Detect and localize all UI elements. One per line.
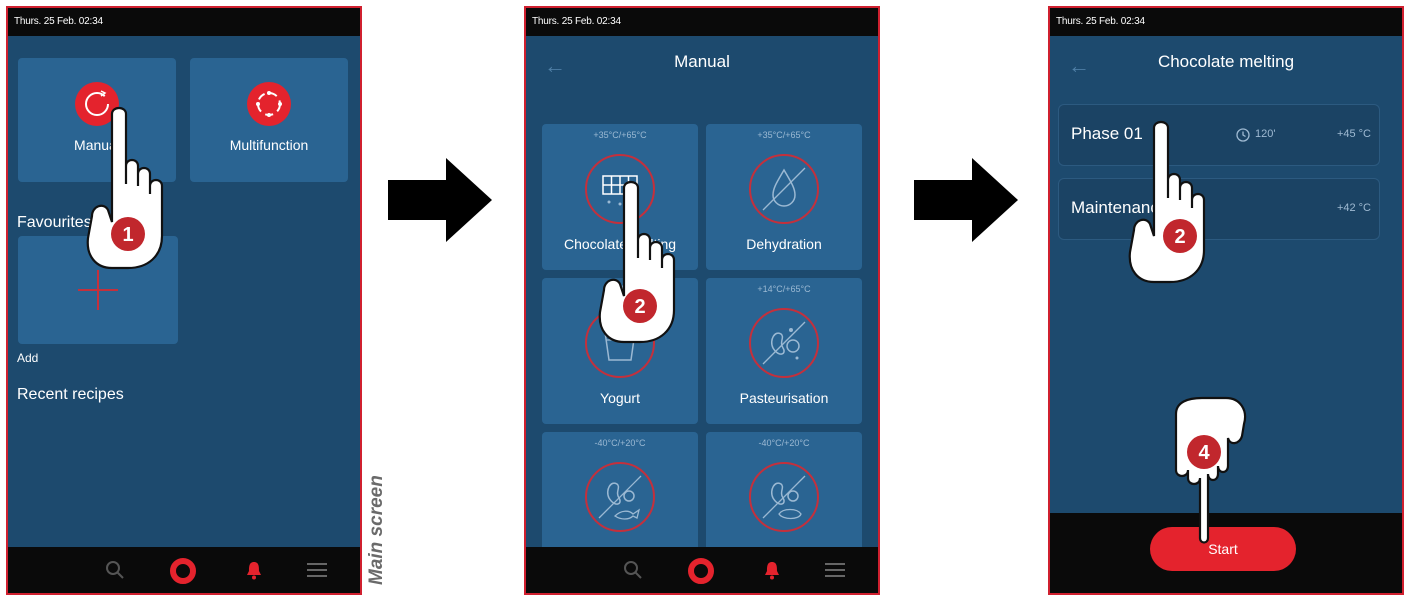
manual-screen: Thurs. 25 Feb. 02:34 ← Manual +35°C/+65°… — [524, 6, 880, 595]
step-badge-1: 1 — [122, 224, 133, 246]
status-bar: Thurs. 25 Feb. 02:34 — [1050, 8, 1402, 36]
home-ring-icon[interactable] — [168, 556, 198, 586]
program-name: Pasteurisation — [739, 390, 829, 406]
search-icon[interactable] — [622, 559, 644, 581]
hand-pointer-icon: 2 — [1128, 120, 1206, 284]
flow-arrow-icon — [388, 158, 492, 242]
hand-pointer-icon: 2 — [598, 180, 676, 344]
step-badge-2: 2 — [1174, 226, 1185, 248]
chocolate-melting-screen: Thurs. 25 Feb. 02:34 ← Chocolate melting… — [1048, 6, 1404, 595]
program-temp: +35°C/+65°C — [757, 130, 811, 140]
phase-temp: +45 °C — [1336, 128, 1371, 140]
program-temp: +35°C/+65°C — [593, 130, 647, 140]
program-temp: -40°C/+20°C — [594, 438, 646, 448]
program-temp: -40°C/+20°C — [758, 438, 810, 448]
page-title: Chocolate melting — [1157, 52, 1295, 71]
clock-icon — [1236, 128, 1250, 142]
main-screen: Thurs. 25 Feb. 02:34 Manual Multifunctio… — [6, 6, 362, 595]
phase-temp: +42 °C — [1336, 202, 1371, 214]
flow-arrow-icon — [914, 158, 1018, 242]
recent-recipes-heading: Recent recipes — [17, 386, 124, 403]
program-temp: +14°C/+65°C — [757, 284, 811, 294]
bacteria-icon — [749, 308, 819, 378]
step-badge-4: 4 — [1198, 442, 1210, 464]
program-pasteurisation[interactable]: +14°C/+65°C Pasteurisation — [706, 278, 862, 424]
bottom-nav — [526, 547, 878, 593]
add-label: Add — [17, 351, 39, 365]
program-name: Dehydration — [746, 236, 822, 252]
bell-icon[interactable] — [762, 559, 782, 581]
hand-pointer-icon: 1 — [86, 106, 164, 270]
main-screen-caption: Main screen — [366, 475, 387, 585]
bacteria-meat-icon — [749, 462, 819, 532]
bacteria-fish-icon — [585, 462, 655, 532]
multifunction-icon — [247, 82, 291, 126]
favourites-heading: Favourites — [17, 214, 92, 231]
program-name: Yogurt — [600, 390, 640, 406]
menu-icon[interactable] — [824, 561, 846, 579]
phase-row[interactable]: Phase 01 120' +45 °C — [1058, 104, 1380, 166]
program-dehydration[interactable]: +35°C/+65°C Dehydration — [706, 124, 862, 270]
tile-multifunction-label: Multifunction — [229, 137, 309, 153]
status-bar: Thurs. 25 Feb. 02:34 — [526, 8, 878, 36]
menu-icon[interactable] — [306, 561, 328, 579]
step-badge-2: 2 — [634, 296, 645, 318]
bell-icon[interactable] — [244, 559, 264, 581]
phase-time: 120' — [1255, 128, 1276, 140]
drop-icon — [749, 154, 819, 224]
bottom-nav — [8, 547, 360, 593]
page-title: Manual — [674, 52, 730, 71]
phase-row[interactable]: Maintenance +42 °C — [1058, 178, 1380, 240]
tile-multifunction[interactable]: Multifunction — [190, 58, 348, 182]
status-bar: Thurs. 25 Feb. 02:34 — [8, 8, 360, 36]
home-ring-icon[interactable] — [686, 556, 716, 586]
hand-pointer-down-icon: 4 — [1174, 396, 1247, 544]
search-icon[interactable] — [104, 559, 126, 581]
